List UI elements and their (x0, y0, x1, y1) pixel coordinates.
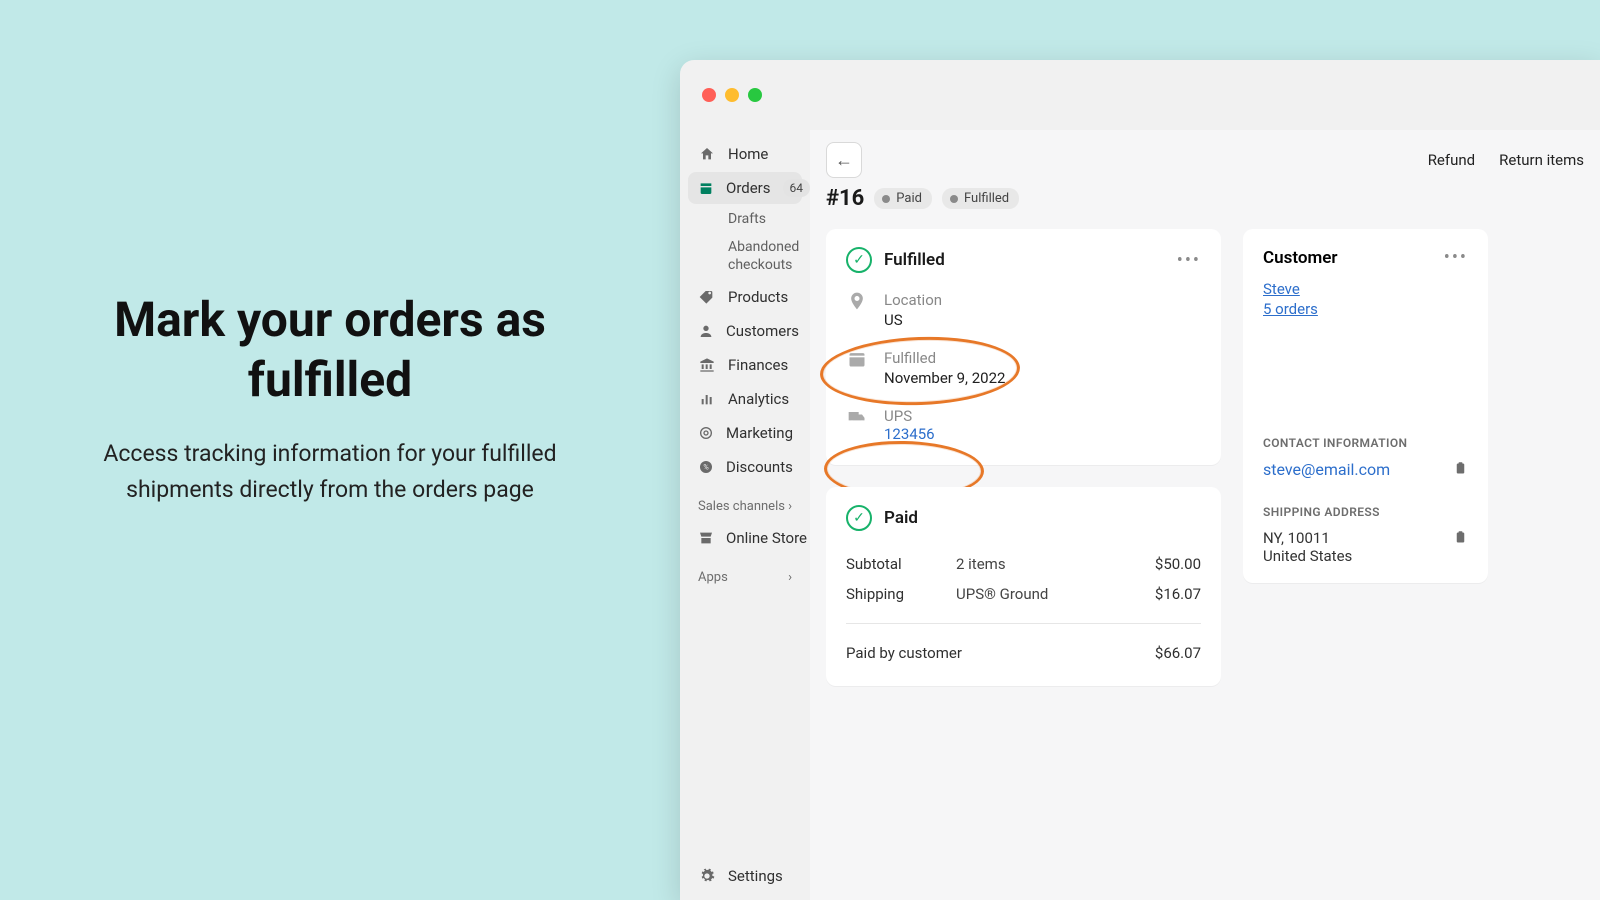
sidebar-sub-drafts[interactable]: Drafts (688, 206, 802, 232)
sidebar-item-products[interactable]: Products (688, 281, 802, 313)
card-title: Customer (1263, 248, 1338, 268)
more-actions-icon[interactable]: ••• (1177, 250, 1201, 271)
more-actions-icon[interactable]: ••• (1444, 247, 1468, 268)
check-circle-icon: ✓ (846, 247, 872, 273)
customer-email-link[interactable]: steve@email.com (1263, 460, 1390, 479)
carrier-label: UPS (884, 407, 935, 425)
clipboard-icon[interactable] (1453, 529, 1468, 546)
bank-icon (698, 357, 716, 373)
sidebar-item-label: Marketing (726, 424, 793, 442)
customer-name-link[interactable]: Steve (1263, 280, 1468, 298)
order-id: #16 (826, 186, 864, 211)
promo-sub: Access tracking information for your ful… (90, 436, 570, 507)
sidebar-sub-abandoned[interactable]: Abandoned checkouts (688, 234, 802, 278)
window-close-icon[interactable] (702, 88, 716, 102)
orders-icon (698, 180, 714, 196)
sidebar-item-discounts[interactable]: % Discounts (688, 451, 802, 483)
truck-icon (846, 407, 868, 427)
payment-card: ✓ Paid Subtotal 2 items $50.00 Shipping (826, 487, 1221, 686)
home-icon (698, 146, 716, 162)
subtotal-label: Subtotal (846, 555, 956, 573)
tracking-number-link[interactable]: 123456 (884, 425, 935, 443)
sidebar-item-label: Settings (728, 867, 783, 885)
store-icon (698, 530, 714, 546)
subtotal-desc: 2 items (956, 555, 1131, 573)
check-circle-icon: ✓ (846, 505, 872, 531)
sidebar-item-settings[interactable]: Settings (688, 860, 802, 892)
paid-by-label: Paid by customer (846, 644, 1131, 662)
card-title: Fulfilled (884, 250, 945, 270)
sidebar-item-label: Customers (726, 322, 799, 340)
sidebar-item-label: Products (728, 288, 788, 306)
promo-headline: Mark your orders as fulfilled (90, 290, 570, 410)
orders-count-badge: 64 (783, 179, 811, 197)
status-pill-paid: Paid (874, 188, 932, 209)
sidebar-item-label: Finances (728, 356, 788, 374)
discount-icon: % (698, 459, 714, 475)
clipboard-icon[interactable] (1453, 460, 1468, 477)
shipping-label: Shipping (846, 585, 956, 603)
fulfilled-date-value: November 9, 2022 (884, 369, 1005, 387)
svg-text:%: % (703, 462, 709, 471)
back-button[interactable]: ← (826, 142, 862, 178)
sidebar-item-label: Analytics (728, 390, 789, 408)
customer-card: Customer ••• Steve 5 orders CONTACT INFO… (1243, 229, 1488, 583)
gear-icon (698, 868, 716, 884)
tag-icon (698, 289, 716, 305)
subtotal-amount: $50.00 (1131, 555, 1201, 573)
shipping-address-heading: SHIPPING ADDRESS (1263, 505, 1468, 519)
contact-info-heading: CONTACT INFORMATION (1263, 436, 1468, 450)
sidebar-item-label: Online Store (726, 529, 807, 547)
sidebar-item-label: Orders (726, 179, 771, 197)
shipping-desc: UPS® Ground (956, 585, 1131, 603)
main-area: ← Refund Return items #16 Paid Fulfilled… (810, 130, 1600, 900)
sidebar-item-marketing[interactable]: Marketing (688, 417, 802, 449)
sidebar-item-online-store[interactable]: Online Store (688, 522, 802, 554)
address-line: United States (1263, 547, 1352, 565)
sidebar-item-finances[interactable]: Finances (688, 349, 802, 381)
sidebar-heading-sales-channels[interactable]: Sales channels › (688, 485, 802, 520)
calendar-check-icon (846, 349, 868, 369)
window-minimize-icon[interactable] (725, 88, 739, 102)
analytics-icon (698, 391, 716, 407)
paid-by-amount: $66.07 (1131, 644, 1201, 662)
location-label: Location (884, 291, 942, 309)
sidebar-item-customers[interactable]: Customers (688, 315, 802, 347)
arrow-left-icon: ← (835, 150, 853, 171)
sidebar-item-home[interactable]: Home (688, 138, 802, 170)
sidebar: Home Orders 64 Drafts Abandoned checkout… (680, 130, 810, 900)
return-items-action[interactable]: Return items (1499, 151, 1584, 169)
sidebar-heading-apps[interactable]: Apps › (688, 556, 802, 591)
sidebar-item-orders[interactable]: Orders 64 (688, 172, 802, 204)
status-pill-fulfilled: Fulfilled (942, 188, 1019, 209)
card-title: Paid (884, 508, 918, 528)
sidebar-item-label: Home (728, 145, 768, 163)
chevron-right-icon: › (788, 570, 792, 585)
location-pin-icon (846, 291, 868, 311)
person-icon (698, 323, 714, 339)
address-line: NY, 10011 (1263, 529, 1352, 547)
target-icon (698, 425, 714, 441)
sidebar-item-analytics[interactable]: Analytics (688, 383, 802, 415)
window-titlebar (680, 60, 1600, 130)
location-value: US (884, 311, 942, 329)
customer-orders-link[interactable]: 5 orders (1263, 300, 1468, 318)
sidebar-item-label: Discounts (726, 458, 793, 476)
refund-action[interactable]: Refund (1428, 151, 1475, 169)
shipping-amount: $16.07 (1131, 585, 1201, 603)
fulfillment-card: ✓ Fulfilled ••• Location US (826, 229, 1221, 465)
app-window: Home Orders 64 Drafts Abandoned checkout… (680, 60, 1600, 900)
fulfilled-date-label: Fulfilled (884, 349, 1005, 367)
window-zoom-icon[interactable] (748, 88, 762, 102)
chevron-right-icon: › (788, 499, 792, 514)
